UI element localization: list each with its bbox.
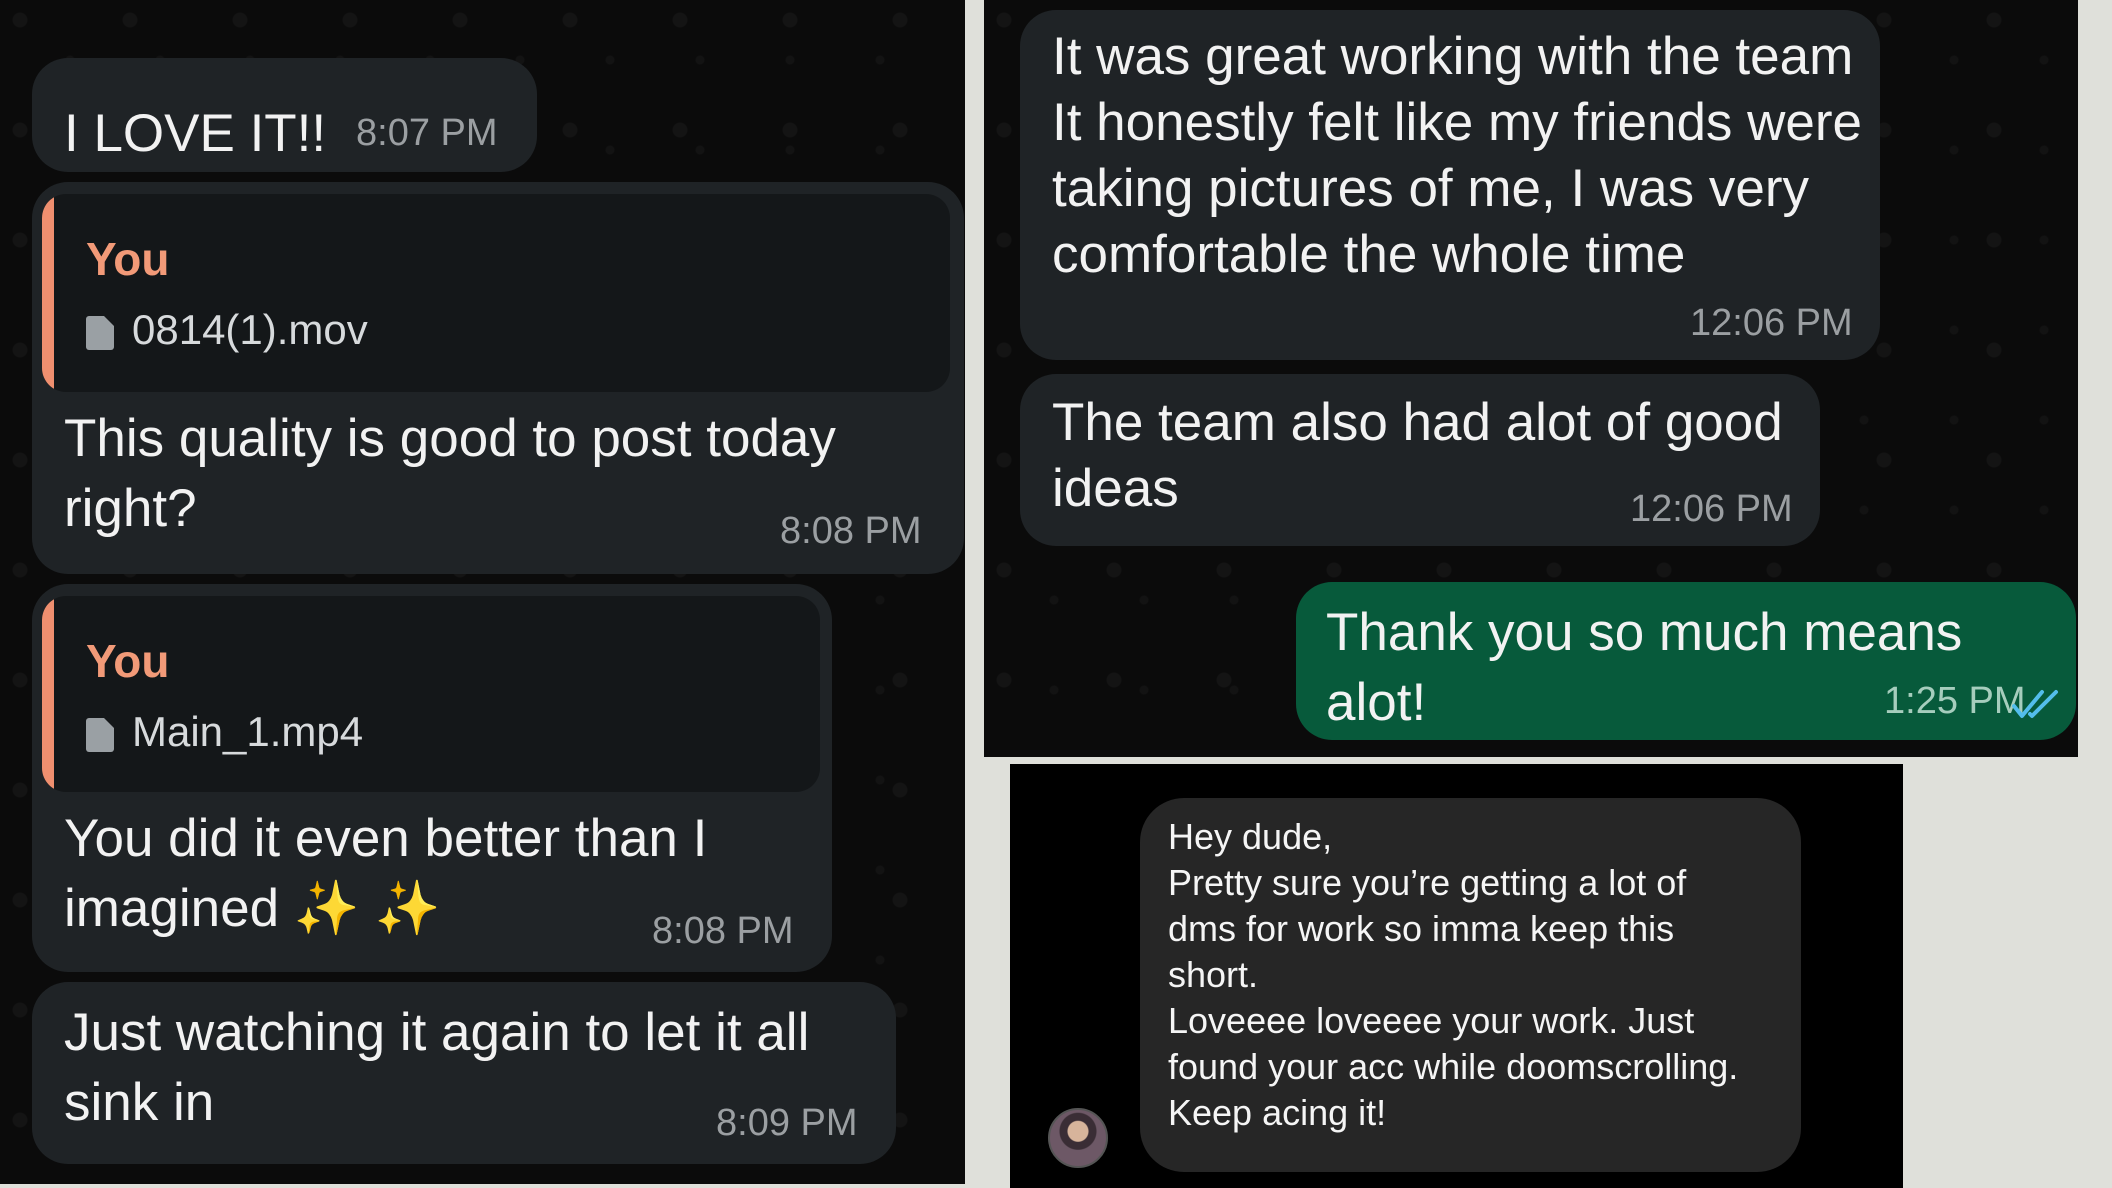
message-bubble-watching[interactable]: Just watching it again to let it all sin… <box>32 982 896 1164</box>
message-bubble-ideas[interactable]: The team also had alot of good ideas 12:… <box>1020 374 1820 546</box>
message-text: I LOVE IT!! <box>64 104 327 163</box>
message-text: You did it even better than I imagined ✨… <box>64 809 708 938</box>
message-time: 8:08 PM <box>780 510 922 552</box>
left-chat-screenshot: I LOVE IT!! 8:07 PM You 0814(1).mov This… <box>0 0 965 1184</box>
quote-file-name: Main_1.mp4 <box>132 708 364 755</box>
double-check-icon <box>2012 690 2058 718</box>
message-time: 8:09 PM <box>716 1102 858 1144</box>
dm-message-bubble[interactable]: Hey dude, Pretty sure you’re getting a l… <box>1140 798 1801 1172</box>
quote-accent-bar <box>42 194 54 392</box>
message-time: 12:06 PM <box>1630 488 1793 530</box>
quote-accent-bar <box>42 596 54 792</box>
message-bubble-thank-you[interactable]: Thank you so much means alot! 1:25 PM <box>1296 582 2076 740</box>
message-time: 1:25 PM <box>1884 680 2026 722</box>
quote-author: You <box>86 635 170 687</box>
dm-screenshot: Hey dude, Pretty sure you’re getting a l… <box>1010 764 1903 1188</box>
quote-file-name: 0814(1).mov <box>132 306 368 353</box>
message-bubble-better[interactable]: You Main_1.mp4 You did it even better th… <box>32 584 832 972</box>
message-time: 12:06 PM <box>1690 302 1853 344</box>
message-text: Just watching it again to let it all sin… <box>64 1003 810 1132</box>
quoted-video-reply[interactable]: You 0814(1).mov <box>42 194 950 392</box>
quote-author: You <box>86 233 170 285</box>
file-icon <box>86 718 114 752</box>
message-time: 8:08 PM <box>652 910 794 952</box>
avatar[interactable] <box>1048 1108 1108 1168</box>
right-chat-screenshot: It was great working with the team It ho… <box>984 0 2078 757</box>
message-bubble-quality[interactable]: You 0814(1).mov This quality is good to … <box>32 182 964 574</box>
dm-message-text: Hey dude, Pretty sure you’re getting a l… <box>1168 816 1739 1133</box>
message-bubble-working[interactable]: It was great working with the team It ho… <box>1020 10 1880 360</box>
message-time: 8:07 PM <box>356 112 498 154</box>
file-icon <box>86 316 114 350</box>
message-text: This quality is good to post today right… <box>64 409 836 538</box>
message-text: It was great working with the team It ho… <box>1052 27 1863 284</box>
quoted-video-reply[interactable]: You Main_1.mp4 <box>42 596 820 792</box>
message-bubble-i-love-it[interactable]: I LOVE IT!! 8:07 PM <box>32 58 537 172</box>
